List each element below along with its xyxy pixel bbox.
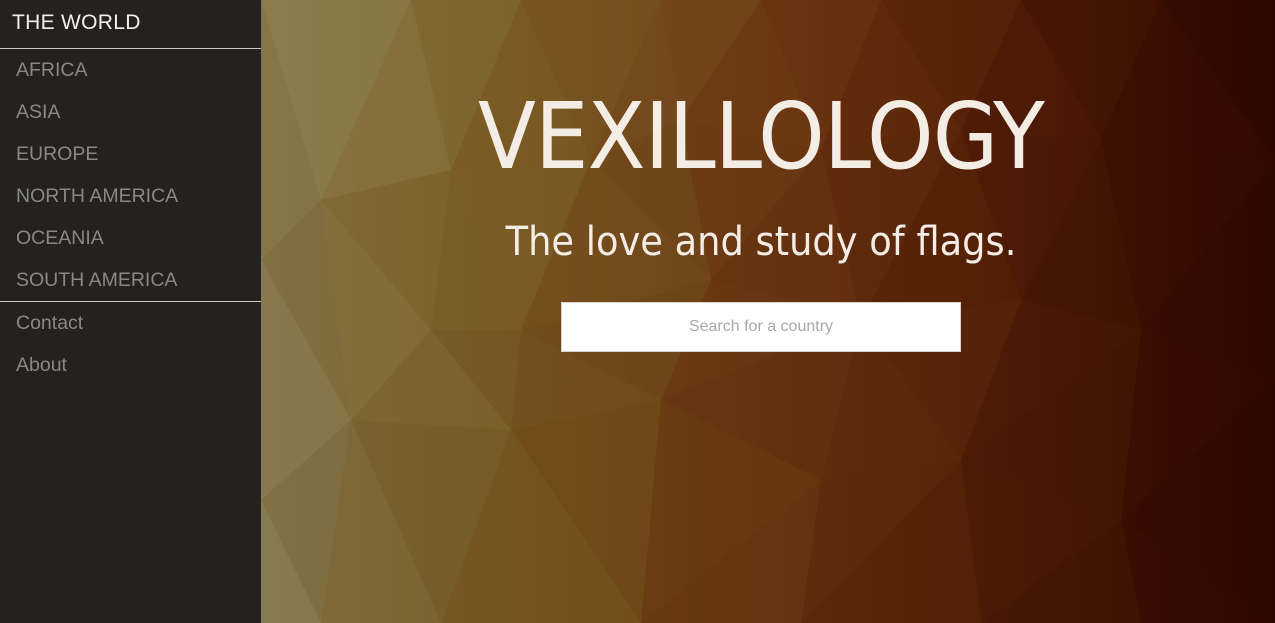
sidebar-item-north-america[interactable]: NORTH AMERICA: [0, 175, 261, 217]
hero-content: VEXILLOLOGY The love and study of flags.: [261, 0, 1275, 623]
region-nav-list: AFRICA ASIA EUROPE NORTH AMERICA OCEANIA…: [0, 49, 261, 301]
sidebar-item-asia[interactable]: ASIA: [0, 91, 261, 133]
country-search-input[interactable]: [561, 302, 961, 352]
hero-section: VEXILLOLOGY The love and study of flags.: [261, 0, 1275, 623]
secondary-nav-list: Contact About: [0, 302, 261, 386]
sidebar-item-oceania[interactable]: OCEANIA: [0, 217, 261, 259]
sidebar-item-africa[interactable]: AFRICA: [0, 49, 261, 91]
sidebar-item-contact[interactable]: Contact: [0, 302, 261, 344]
hero-subtitle: The love and study of flags.: [505, 219, 1017, 265]
sidebar-item-south-america[interactable]: SOUTH AMERICA: [0, 259, 261, 301]
sidebar-title-the-world[interactable]: THE WORLD: [0, 0, 261, 49]
sidebar: THE WORLD AFRICA ASIA EUROPE NORTH AMERI…: [0, 0, 261, 623]
page: THE WORLD AFRICA ASIA EUROPE NORTH AMERI…: [0, 0, 1275, 623]
sidebar-item-about[interactable]: About: [0, 344, 261, 386]
hero-title: VEXILLOLOGY: [478, 83, 1045, 190]
sidebar-item-europe[interactable]: EUROPE: [0, 133, 261, 175]
